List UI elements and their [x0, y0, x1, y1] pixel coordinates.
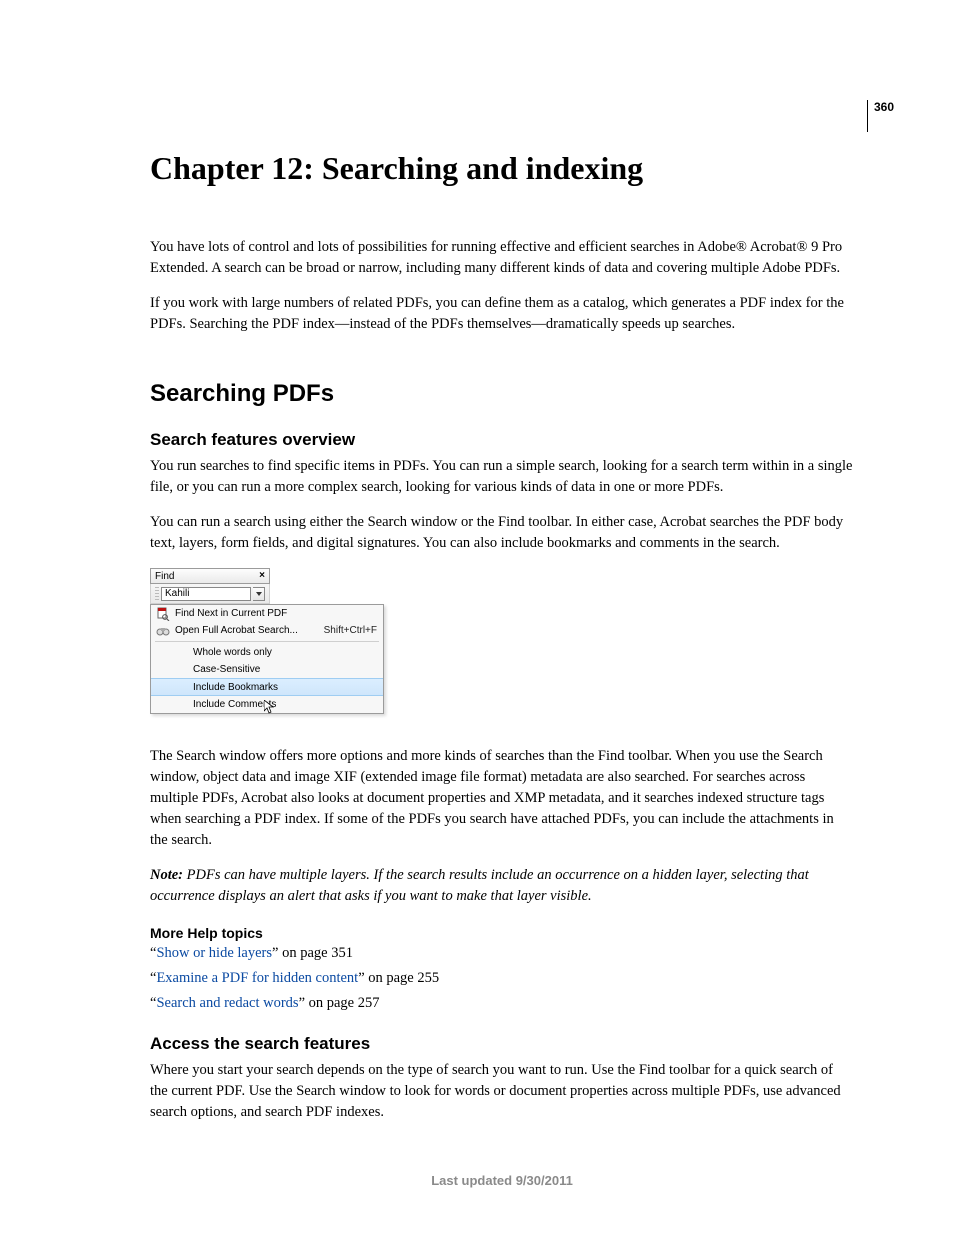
overview-paragraph-2: You can run a search using either the Se… — [150, 512, 854, 554]
menu-item-label: Whole words only — [189, 647, 377, 658]
menu-separator — [155, 641, 379, 642]
menu-item-open-full-search[interactable]: Open Full Acrobat Search... Shift+Ctrl+F — [151, 622, 383, 639]
menu-item-label: Include Bookmarks — [189, 682, 377, 693]
menu-item-include-bookmarks[interactable]: Include Bookmarks — [151, 678, 383, 696]
help-link-rest: ” on page 351 — [272, 945, 353, 961]
note-paragraph: Note: PDFs can have multiple layers. If … — [150, 865, 854, 907]
note-body: PDFs can have multiple layers. If the se… — [150, 867, 809, 904]
help-link-search-redact[interactable]: Search and redact words — [156, 995, 298, 1011]
chevron-down-icon — [256, 588, 262, 599]
find-input-row: Kahili — [150, 584, 270, 604]
section-heading-searching-pdfs: Searching PDFs — [150, 380, 854, 408]
find-input-value: Kahili — [165, 588, 189, 599]
overview-paragraph-3: The Search window offers more options an… — [150, 746, 854, 851]
menu-item-label: Case-Sensitive — [189, 664, 377, 675]
menu-item-case-sensitive[interactable]: Case-Sensitive — [151, 661, 383, 678]
help-link-rest: ” on page 257 — [299, 995, 380, 1011]
chapter-title: Chapter 12: Searching and indexing — [150, 150, 854, 187]
subsection-heading-overview: Search features overview — [150, 430, 854, 450]
binoculars-icon — [155, 624, 171, 638]
more-help-heading: More Help topics — [150, 925, 854, 941]
find-toolbar-figure: Find × Kahili — [150, 568, 382, 728]
close-icon[interactable]: × — [259, 571, 265, 581]
menu-item-label: Include Comments — [189, 699, 377, 710]
menu-item-whole-words[interactable]: Whole words only — [151, 644, 383, 661]
access-paragraph-1: Where you start your search depends on t… — [150, 1060, 854, 1123]
find-toolbar-titlebar[interactable]: Find × — [150, 568, 270, 584]
find-dropdown-menu: Find Next in Current PDF Open Full Acrob… — [150, 604, 384, 714]
pdf-find-icon — [155, 607, 171, 621]
help-link-show-hide-layers[interactable]: Show or hide layers — [156, 945, 272, 961]
intro-paragraph-1: You have lots of control and lots of pos… — [150, 237, 854, 279]
grip-icon[interactable] — [155, 587, 159, 601]
help-link-rest: ” on page 255 — [358, 970, 439, 986]
find-input[interactable]: Kahili — [161, 587, 251, 601]
help-link-line: “Search and redact words” on page 257 — [150, 995, 854, 1012]
menu-item-label: Find Next in Current PDF — [171, 608, 377, 619]
help-link-line: “Examine a PDF for hidden content” on pa… — [150, 970, 854, 987]
help-link-examine-hidden[interactable]: Examine a PDF for hidden content — [156, 970, 358, 986]
intro-paragraph-2: If you work with large numbers of relate… — [150, 293, 854, 335]
menu-item-accelerator: Shift+Ctrl+F — [324, 625, 377, 636]
page-number: 360 — [867, 100, 894, 132]
find-toolbar-title: Find — [155, 571, 259, 582]
page-footer: Last updated 9/30/2011 — [150, 1173, 854, 1188]
help-link-line: “Show or hide layers” on page 351 — [150, 945, 854, 962]
subsection-heading-access: Access the search features — [150, 1034, 854, 1054]
overview-paragraph-1: You run searches to find specific items … — [150, 456, 854, 498]
page: 360 Chapter 12: Searching and indexing Y… — [0, 0, 954, 1228]
menu-item-include-comments[interactable]: Include Comments — [151, 696, 383, 713]
find-dropdown-button[interactable] — [253, 587, 265, 601]
menu-item-label: Open Full Acrobat Search... — [171, 625, 324, 636]
menu-item-find-next[interactable]: Find Next in Current PDF — [151, 605, 383, 622]
note-label: Note: — [150, 867, 183, 883]
